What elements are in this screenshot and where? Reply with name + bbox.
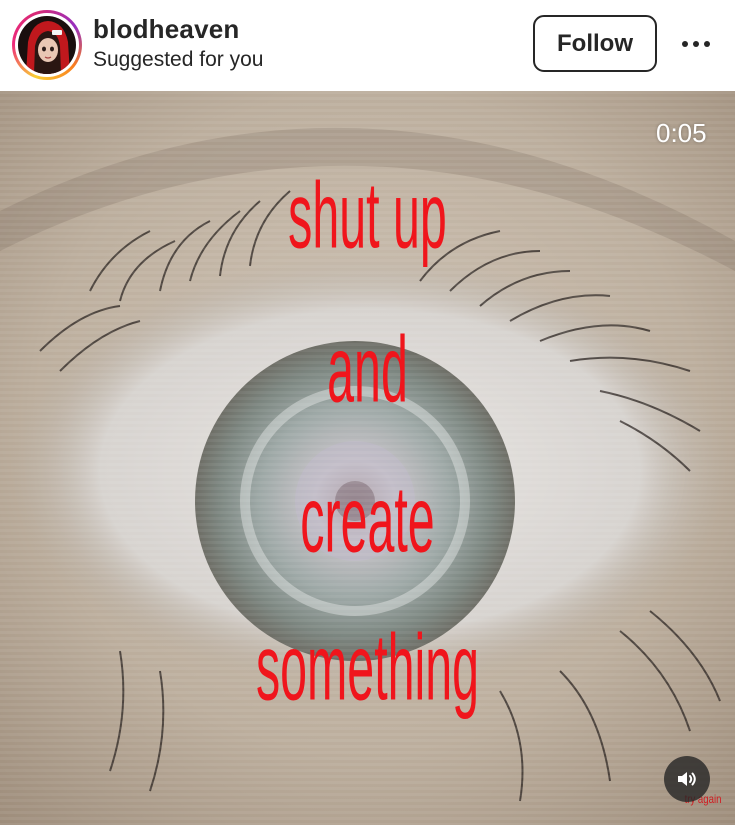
post-header: blodheaven Suggested for you Follow bbox=[0, 0, 735, 91]
dot bbox=[693, 41, 699, 47]
story-ring[interactable] bbox=[12, 10, 82, 80]
video-post[interactable]: 0:05 shut up and create something try ag… bbox=[0, 91, 735, 825]
speaker-glyph bbox=[678, 772, 696, 786]
avatar[interactable] bbox=[15, 13, 79, 77]
follow-button[interactable]: Follow bbox=[533, 15, 657, 72]
avatar-image bbox=[18, 16, 76, 74]
username[interactable]: blodheaven bbox=[93, 14, 239, 45]
more-options-icon[interactable] bbox=[676, 26, 716, 62]
dot bbox=[704, 41, 710, 47]
dot bbox=[682, 41, 688, 47]
caption-line: and bbox=[327, 316, 408, 422]
caption-line: create bbox=[300, 466, 435, 572]
caption-line: something bbox=[255, 614, 480, 720]
suggested-label: Suggested for you bbox=[93, 48, 264, 71]
caption-line: shut up bbox=[288, 162, 447, 268]
video-timer: 0:05 bbox=[656, 118, 707, 148]
speaker-icon[interactable] bbox=[664, 756, 710, 802]
